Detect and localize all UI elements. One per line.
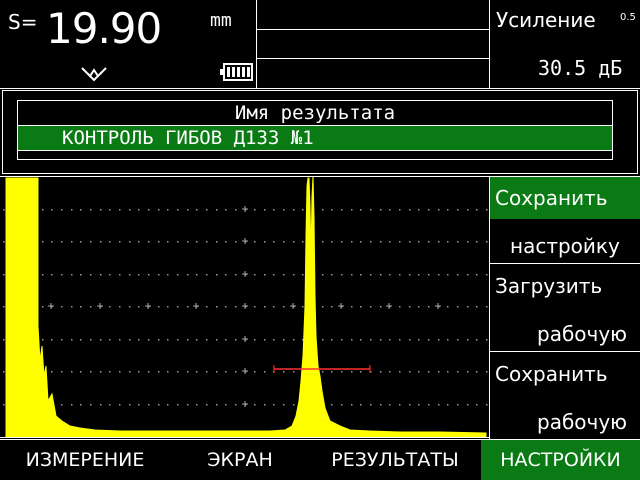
header-divider-right [489,0,490,88]
gain-value: 30.5 дБ [538,56,623,80]
menu-save-settings-label[interactable]: Сохранить [495,186,608,210]
dialog-title: Имя результата [234,102,396,124]
thickness-label: S= [8,10,38,34]
header-middle-line-2 [256,58,489,59]
probe-icon [81,67,107,82]
tab-screen[interactable]: ЭКРАН [170,440,310,480]
menu-save-working-label[interactable]: Сохранить [495,362,608,386]
menu-divider-2 [490,351,640,352]
tab-measurement[interactable]: ИЗМЕРЕНИЕ [0,440,170,480]
menu-load-working-label[interactable]: Загрузить [495,274,602,298]
name-dialog-divider-bottom [17,150,613,151]
ascan-display [0,176,489,438]
menu-save-settings-sub[interactable]: настройку [510,234,620,258]
gain-label: Усиление [496,8,596,32]
thickness-value: 19.90 [46,4,162,53]
tab-settings[interactable]: НАСТРОЙКИ [481,440,640,480]
header-divider-left [256,0,257,88]
menu-divider-1 [490,263,640,264]
header-bottom-border [0,88,640,89]
tab-results[interactable]: РЕЗУЛЬТАТЫ [310,440,480,480]
menu-save-working-sub[interactable]: рабочую [537,410,627,434]
gain-step: 0.5 [620,12,636,23]
result-name-value[interactable]: КОНТРОЛЬ ГИБОВ Д133 №1 [62,127,314,149]
battery-icon [220,63,253,81]
header-middle-line-1 [256,29,489,30]
menu-load-working-sub[interactable]: рабочую [537,322,627,346]
thickness-unit: mm [210,10,232,31]
